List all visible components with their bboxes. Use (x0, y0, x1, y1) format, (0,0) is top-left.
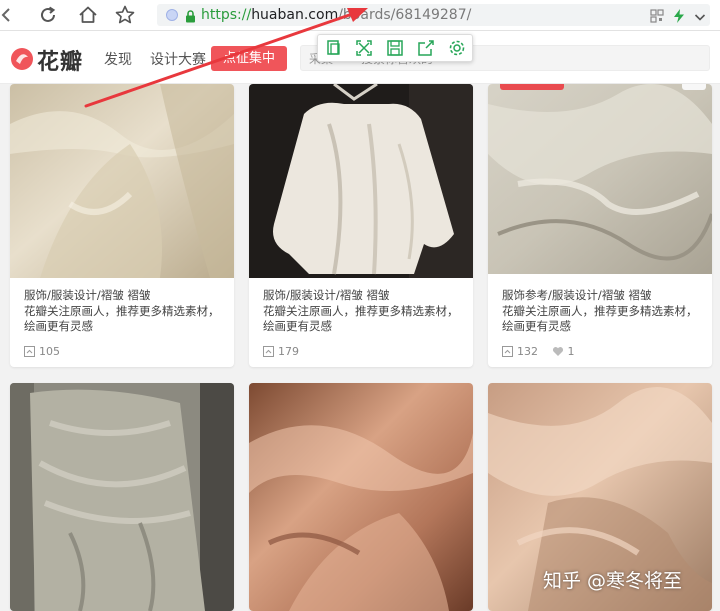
settings-icon[interactable] (446, 37, 468, 59)
repin-count: 179 (263, 345, 299, 358)
expand-icon[interactable] (353, 37, 375, 59)
like-count: 1 (552, 345, 575, 358)
qr-code-icon[interactable] (650, 8, 664, 27)
address-bar[interactable]: https://huaban.com/boards/68149287/ (157, 4, 710, 26)
watermark: 知乎 @寒冬将至 (543, 570, 683, 592)
pin-stats: 105 (24, 344, 70, 358)
pin-badge (500, 84, 564, 90)
bookmark-star-icon[interactable] (114, 4, 136, 26)
repin-icon (502, 345, 513, 357)
pin-image[interactable] (488, 84, 712, 274)
pin-stats: 179 (263, 344, 309, 358)
repin-icon (24, 345, 35, 357)
url-text: https://huaban.com/boards/68149287/ (201, 7, 472, 23)
nav-discover[interactable]: 发现 (104, 49, 132, 69)
pin-image[interactable] (249, 383, 473, 611)
pin-card[interactable] (10, 383, 234, 611)
home-icon[interactable] (77, 4, 99, 26)
pin-image[interactable] (249, 84, 473, 278)
pin-card[interactable] (249, 383, 473, 611)
browser-toolbar: https://huaban.com/boards/68149287/ (0, 0, 720, 31)
lock-icon (185, 8, 196, 27)
pin-card[interactable]: 服饰参考/服装设计/褶皱 褶皱 花瓣关注原画人，推荐更多精选素材， 绘画更有灵感… (488, 84, 712, 367)
repin-count: 132 (502, 345, 538, 358)
pin-card[interactable]: 服饰/服装设计/褶皱 褶皱 花瓣关注原画人，推荐更多精选素材， 绘画更有灵感 1… (249, 84, 473, 367)
logo-text[interactable]: 花瓣 (37, 44, 83, 76)
pin-description: 服饰/服装设计/褶皱 褶皱 花瓣关注原画人，推荐更多精选素材， 绘画更有灵感 (263, 288, 459, 333)
nav-design-contest[interactable]: 设计大赛 (150, 49, 206, 69)
pin-image[interactable] (10, 383, 234, 611)
pin-corner-tab (682, 84, 706, 90)
pin-description: 服饰参考/服装设计/褶皱 褶皱 花瓣关注原画人，推荐更多精选素材， 绘画更有灵感 (502, 288, 698, 333)
pin-image[interactable] (10, 84, 234, 278)
share-icon[interactable] (415, 37, 437, 59)
heart-icon (552, 346, 563, 356)
repin-icon (263, 345, 274, 357)
copy-icon[interactable] (323, 37, 345, 59)
lightning-icon[interactable] (673, 8, 685, 27)
reload-icon[interactable] (37, 4, 59, 26)
back-icon[interactable] (0, 4, 22, 26)
repin-count: 105 (24, 345, 60, 358)
save-icon[interactable] (384, 37, 406, 59)
pin-description: 服饰/服装设计/褶皱 褶皱 花瓣关注原画人，推荐更多精选素材， 绘画更有灵感 (24, 288, 220, 333)
extension-toolbar (317, 34, 473, 62)
chevron-down-icon[interactable] (694, 8, 706, 27)
campaign-button[interactable]: 点征集中 (211, 46, 287, 71)
pin-stats: 132 1 (502, 344, 585, 358)
huaban-logo-icon[interactable] (10, 47, 34, 71)
site-info-icon[interactable] (166, 9, 178, 21)
pin-card[interactable]: 服饰/服装设计/褶皱 褶皱 花瓣关注原画人，推荐更多精选素材， 绘画更有灵感 1… (10, 84, 234, 367)
